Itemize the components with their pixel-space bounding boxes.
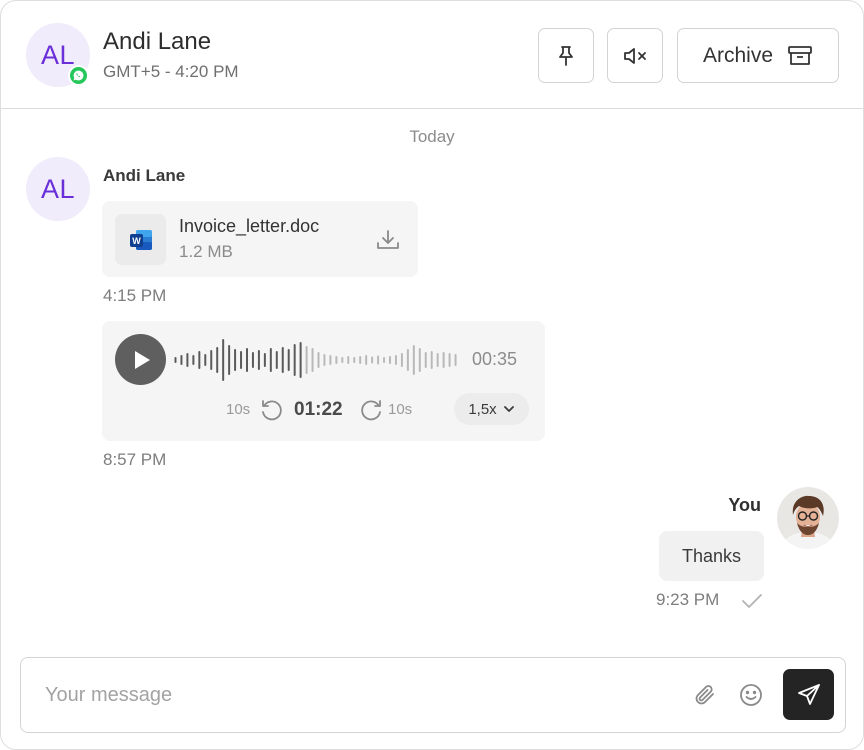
- day-divider: Today: [409, 127, 455, 146]
- chat-window: AL Andi Lane GMT+5 - 4:20 PM Archive Tod…: [0, 0, 864, 750]
- svg-text:W: W: [132, 236, 141, 246]
- outgoing-message-bubble[interactable]: Thanks: [659, 531, 764, 581]
- archive-button[interactable]: Archive: [677, 28, 839, 83]
- play-icon: [134, 350, 150, 369]
- outgoing-message-text: Thanks: [681, 545, 742, 566]
- sender-avatar[interactable]: AL: [26, 157, 90, 221]
- voice-duration: 00:35: [472, 349, 518, 369]
- message-timestamp: 8:57 PM: [103, 450, 167, 469]
- playback-speed-select[interactable]: 1,5x: [454, 393, 529, 425]
- file-attachment[interactable]: W Invoice_letter.doc 1.2 MB: [102, 201, 418, 277]
- audio-waveform[interactable]: [174, 338, 460, 382]
- voice-message: 00:35 10s 01:22 10s 1,5x: [102, 321, 545, 441]
- user-avatar[interactable]: [777, 487, 839, 549]
- archive-box-icon: [788, 45, 812, 65]
- download-icon[interactable]: [375, 227, 401, 258]
- message-timestamp: 9:23 PM: [656, 590, 720, 609]
- sender-initials: AL: [40, 173, 76, 204]
- send-button[interactable]: [783, 669, 834, 720]
- skip-back-label: 10s: [226, 401, 251, 418]
- chat-header: AL Andi Lane GMT+5 - 4:20 PM Archive: [1, 1, 863, 109]
- message-input[interactable]: [45, 678, 665, 712]
- file-size: 1.2 MB: [179, 242, 233, 261]
- archive-label: Archive: [702, 43, 774, 67]
- send-icon: [797, 683, 820, 705]
- playback-speed-value: 1,5x: [468, 400, 497, 418]
- sender-name: Andi Lane: [103, 166, 186, 185]
- mute-icon: [624, 47, 646, 64]
- pin-button[interactable]: [538, 28, 594, 83]
- whatsapp-icon: [68, 65, 89, 86]
- play-button[interactable]: [115, 334, 166, 385]
- voice-current-time: 01:22: [294, 399, 343, 420]
- message-timestamp: 4:15 PM: [103, 286, 167, 305]
- mute-button[interactable]: [607, 28, 663, 83]
- contact-initials: AL: [40, 39, 76, 70]
- word-doc-icon: W: [115, 214, 166, 265]
- rewind-icon[interactable]: [259, 397, 285, 428]
- checkmark-icon: [741, 593, 763, 614]
- self-sender-name: You: [728, 495, 761, 515]
- paperclip-icon[interactable]: [693, 682, 719, 713]
- contact-name: Andi Lane: [103, 28, 212, 55]
- skip-forward-label: 10s: [388, 401, 413, 418]
- emoji-icon[interactable]: [738, 682, 764, 713]
- file-name: Invoice_letter.doc: [179, 216, 320, 236]
- message-composer: [20, 657, 846, 733]
- forward-icon[interactable]: [358, 397, 384, 428]
- contact-local-time: GMT+5 - 4:20 PM: [103, 62, 239, 81]
- chevron-down-icon: [503, 406, 514, 412]
- pin-icon: [559, 45, 573, 66]
